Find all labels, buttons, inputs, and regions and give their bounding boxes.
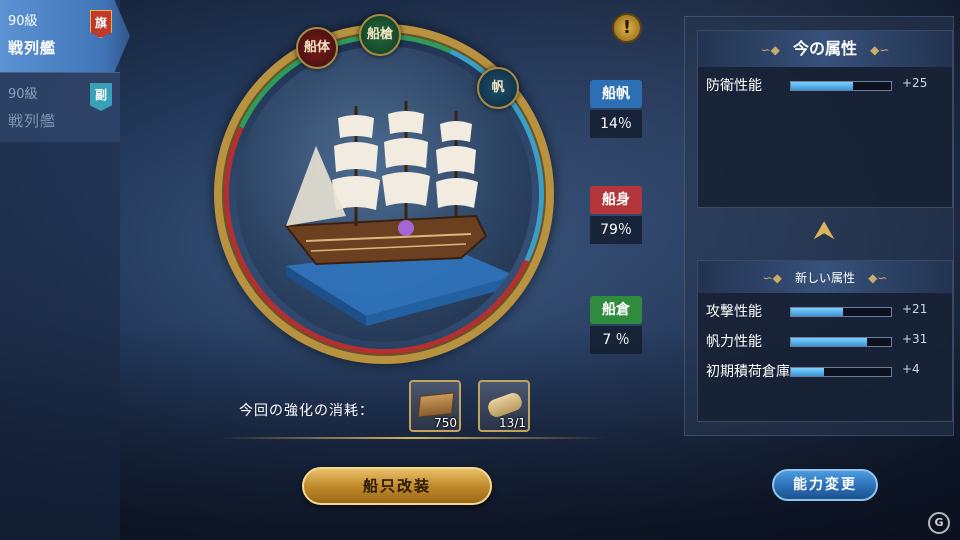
attribute-bar-fill xyxy=(791,308,843,316)
attribute-name: 初期積荷倉庫 xyxy=(706,364,790,380)
attribute-bar-fill xyxy=(791,338,867,346)
flourish-icon: ◆∽ xyxy=(868,271,888,285)
flourish-icon: ∽◆ xyxy=(760,43,780,57)
attribute-name: 帆力性能 xyxy=(706,334,762,350)
attribute-bar-fill xyxy=(791,368,824,376)
attribute-row: 初期積荷倉庫 +4 xyxy=(698,359,952,383)
panel-title: 今の属性 xyxy=(792,39,857,58)
scroll-icon xyxy=(485,390,525,420)
flourish-icon: ◆∽ xyxy=(870,43,890,57)
cannon-tab-button[interactable]: 船槍 xyxy=(359,14,401,56)
stat-hull: 船身 79％ xyxy=(590,186,642,244)
secondary-badge: 副 xyxy=(90,83,112,111)
new-attributes-panel: ∽◆ 新しい属性 ◆∽ 攻撃性能 +21 帆力性能 +31 初期積荷倉庫 +4 xyxy=(697,260,953,422)
stat-sail-value: 14％ xyxy=(590,110,642,138)
attribute-value: +31 xyxy=(902,332,928,346)
ship-type: 戦列艦 xyxy=(8,39,57,57)
stat-sail: 船帆 14％ xyxy=(590,80,642,138)
attribute-bar xyxy=(790,307,892,317)
ship-item-flagship[interactable]: 90級 戦列艦 旗 xyxy=(0,0,130,72)
item-count: 13/1 xyxy=(499,416,526,430)
panel-title: 新しい属性 xyxy=(794,271,855,285)
watermark-logo: G xyxy=(928,512,950,534)
attribute-row: 防衛性能 +25 xyxy=(698,73,952,97)
ship-illustration xyxy=(284,101,516,326)
ship-type: 戦列艦 xyxy=(8,112,57,130)
attribute-bar xyxy=(790,367,892,377)
flagship-badge: 旗 xyxy=(90,10,112,38)
scroll-item[interactable]: 13/1 xyxy=(478,380,530,432)
attribute-bar-fill xyxy=(791,82,853,90)
upgrade-arrow-icon: ⮝ xyxy=(812,216,836,246)
wood-planks-icon xyxy=(417,392,455,418)
ship-list: 90級 戦列艦 旗 90級 戦列艦 副 xyxy=(0,0,130,540)
stat-cargo: 船倉 7 ％ xyxy=(590,296,642,354)
attribute-value: +4 xyxy=(902,362,920,376)
remodel-ship-button[interactable]: 船只改装 xyxy=(302,467,492,505)
cost-label: 今回の強化の消耗： xyxy=(239,403,374,419)
attribute-row: 攻撃性能 +21 xyxy=(698,299,952,323)
ship-item-secondary[interactable]: 90級 戦列艦 副 xyxy=(0,72,120,142)
wood-planks-item[interactable]: 750 xyxy=(409,380,461,432)
ability-change-button[interactable]: 能力変更 xyxy=(772,469,878,501)
attribute-value: +21 xyxy=(902,302,928,316)
cost-divider xyxy=(220,437,606,439)
attribute-name: 攻撃性能 xyxy=(706,304,762,320)
item-count: 750 xyxy=(434,416,457,430)
panel-header: ∽◆ 今の属性 ◆∽ xyxy=(698,31,952,67)
stat-sail-label: 船帆 xyxy=(590,80,642,108)
sail-tab-button[interactable]: 帆 xyxy=(477,67,519,109)
hull-tab-button[interactable]: 船体 xyxy=(296,27,338,69)
stat-cargo-value: 7 ％ xyxy=(590,326,642,354)
attribute-name: 防衛性能 xyxy=(706,78,762,94)
current-attributes-panel: ∽◆ 今の属性 ◆∽ 防衛性能 +25 xyxy=(697,30,953,208)
attribute-value: +25 xyxy=(902,76,928,90)
attribute-bar xyxy=(790,337,892,347)
attribute-bar xyxy=(790,81,892,91)
stat-hull-value: 79％ xyxy=(590,216,642,244)
alert-icon[interactable]: ! xyxy=(612,13,642,43)
attribute-row: 帆力性能 +31 xyxy=(698,329,952,353)
flourish-icon: ∽◆ xyxy=(762,271,782,285)
panel-header: ∽◆ 新しい属性 ◆∽ xyxy=(698,261,952,293)
stat-cargo-label: 船倉 xyxy=(590,296,642,324)
stat-hull-label: 船身 xyxy=(590,186,642,214)
